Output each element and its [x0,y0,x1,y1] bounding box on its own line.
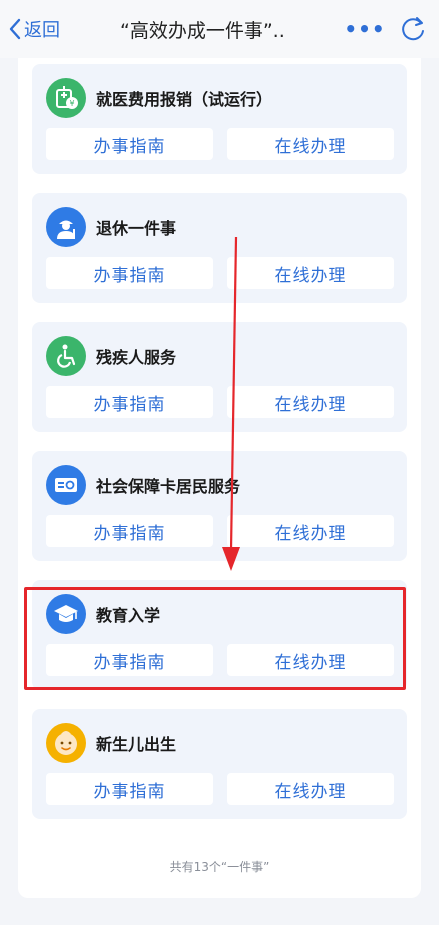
wheelchair-icon [46,336,86,376]
guide-button[interactable]: 办事指南 [46,386,213,418]
service-title: 教育入学 [96,606,161,625]
guide-button[interactable]: 办事指南 [46,128,213,160]
guide-button[interactable]: 办事指南 [46,773,213,805]
refresh-icon[interactable] [399,15,427,43]
back-label: 返回 [24,20,60,41]
online-apply-button[interactable]: 在线办理 [227,644,394,676]
online-apply-button[interactable]: 在线办理 [227,386,394,418]
guide-button[interactable]: 办事指南 [46,515,213,547]
online-apply-button[interactable]: 在线办理 [227,128,394,160]
guide-button[interactable]: 办事指南 [46,257,213,289]
page-title: “高效办成一件事”.. [120,20,285,42]
svg-text:¥: ¥ [69,99,74,108]
baby-face-icon [46,723,86,763]
service-card-newborn: 新生儿出生 办事指南 在线办理 [32,709,407,819]
top-nav-bar: 返回 “高效办成一件事”.. ••• [0,0,439,58]
online-apply-button[interactable]: 在线办理 [227,257,394,289]
social-security-card-icon [46,465,86,505]
chevron-left-icon [9,18,21,40]
online-apply-button[interactable]: 在线办理 [227,515,394,547]
service-title: 就医费用报销（试运行） [96,90,273,109]
annotation-arrow [222,236,240,571]
guide-button[interactable]: 办事指南 [46,644,213,676]
service-title: 退休一件事 [96,219,177,238]
service-card-medical-reimbursement: ¥ 就医费用报销（试运行） 办事指南 在线办理 [32,64,407,174]
retiree-icon [46,207,86,247]
service-title: 新生儿出生 [96,735,177,754]
medical-reimbursement-icon: ¥ [46,78,86,118]
service-title: 社会保障卡居民服务 [96,477,241,496]
service-card-education: 教育入学 办事指南 在线办理 [32,580,407,690]
online-apply-button[interactable]: 在线办理 [227,773,394,805]
graduation-cap-icon [46,594,86,634]
service-count-footer: 共有13个“一件事” [169,860,270,874]
service-title: 残疾人服务 [96,348,177,367]
more-options-icon[interactable]: ••• [344,16,385,42]
back-button[interactable]: 返回 [8,14,60,44]
